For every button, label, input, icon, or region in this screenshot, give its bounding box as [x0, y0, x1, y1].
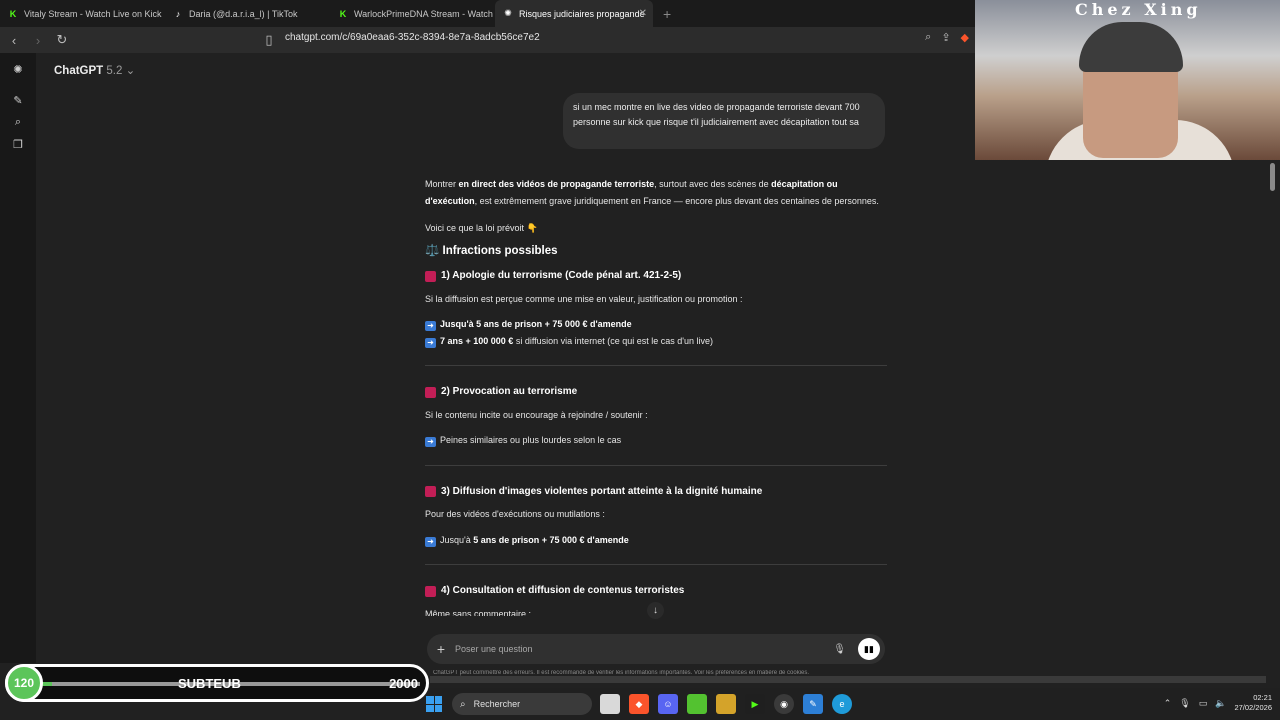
- tab-tiktok[interactable]: ♪ Daria (@d.a.r.i.a_l) | TikTok: [165, 0, 330, 27]
- tab-title: Risques judiciaires propagande: [519, 8, 645, 19]
- arrow-right-icon: ➜: [425, 536, 436, 547]
- divider: [425, 464, 887, 466]
- goal-title: SUBTEUB: [178, 676, 241, 691]
- webcam-sign: Chez Xing: [1075, 0, 1202, 19]
- brave-browser-icon[interactable]: ◆: [629, 694, 649, 714]
- address-bar: ‹ › ↻ ▯ chatgpt.com/c/69a0eaa6-352c-8394…: [0, 27, 975, 53]
- edge-icon[interactable]: e: [832, 694, 852, 714]
- section-heading: ⚖️ Infractions possibles: [425, 244, 558, 257]
- taskbar-search[interactable]: ⌕ Rechercher: [452, 693, 592, 715]
- model-version: 5.2: [106, 65, 123, 77]
- sub-goal-overlay: 120 SUBTEUB 2000: [5, 664, 429, 702]
- system-tray: ⌃ 🎙 ▭ 🔈 02:21 27/02/2026: [1164, 693, 1272, 713]
- search-icon[interactable]: ⌕: [0, 111, 36, 133]
- clock-time: 02:21: [1253, 693, 1272, 702]
- goal-current-count: 120: [5, 664, 43, 702]
- red-square-icon: [425, 270, 436, 282]
- law-intro: Voici ce que la loi prévoit 👇: [425, 223, 538, 233]
- arrow-right-icon: ➜: [425, 321, 436, 331]
- section-1-text: Si la diffusion est perçue comme une mis…: [425, 293, 743, 304]
- section-1-bullet-2: ➜ 7 ans + 100 000 € si diffusion via inte…: [425, 333, 887, 350]
- tool-app-icon[interactable]: ✎: [803, 694, 823, 714]
- model-name: ChatGPT: [54, 65, 104, 77]
- search-icon: ⌕: [460, 698, 466, 710]
- kick-icon: K: [339, 8, 347, 19]
- red-square-icon: [425, 486, 436, 498]
- divider: [425, 564, 887, 565]
- tiktok-icon: ♪: [175, 8, 181, 19]
- volume-icon[interactable]: 🔈: [1215, 698, 1226, 709]
- arrow-right-icon: ➜: [425, 337, 436, 348]
- close-icon[interactable]: ✕: [639, 8, 647, 19]
- file-explorer-icon[interactable]: [600, 694, 620, 714]
- zoom-icon[interactable]: ⌕: [925, 31, 931, 44]
- section-3-title: 3) Diffusion d'images violentes portant …: [425, 484, 887, 501]
- person-cap: [1079, 22, 1183, 72]
- back-icon[interactable]: ‹: [4, 30, 24, 50]
- url-field[interactable]: chatgpt.com/c/69a0eaa6-352c-8394-8e7a-8a…: [285, 32, 540, 43]
- stack-app-icon[interactable]: [716, 694, 736, 714]
- chatgpt-logo-icon[interactable]: ✺: [0, 58, 36, 80]
- tab-chatgpt[interactable]: ✺ Risques judiciaires propagande ✕: [495, 0, 653, 27]
- user-message: si un mec montre en live des video de pr…: [563, 93, 885, 149]
- share-icon[interactable]: ⇪: [941, 31, 950, 44]
- section-4-title: 4) Consultation et diffusion de contenus…: [425, 583, 887, 600]
- section-1-bullet-1: ➜ Jusqu'à 5 ans de prison + 75 000 € d'am…: [425, 316, 887, 333]
- chatgpt-icon: ✺: [504, 8, 512, 18]
- kick-app-icon[interactable]: ▶: [745, 694, 765, 714]
- section-2-text: Si le contenu incite ou encourage à rejo…: [425, 409, 648, 420]
- new-tab-button[interactable]: +: [653, 0, 681, 27]
- forward-icon[interactable]: ›: [28, 30, 48, 50]
- section-3-text: Pour des vidéos d'exécutions ou mutilati…: [425, 509, 605, 519]
- library-icon[interactable]: ❐: [0, 133, 36, 155]
- clock[interactable]: 02:21 27/02/2026: [1234, 693, 1272, 713]
- model-selector[interactable]: ChatGPT 5.2 ⌄: [54, 63, 135, 77]
- kick-icon: K: [9, 8, 17, 19]
- tab-title: Daria (@d.a.r.i.a_l) | TikTok: [189, 8, 298, 19]
- assistant-response: Montrer en direct des vidéos de propagan…: [425, 176, 887, 616]
- plus-icon[interactable]: +: [427, 641, 455, 657]
- response-intro: Montrer en direct des vidéos de propagan…: [425, 179, 879, 206]
- reload-icon[interactable]: ↻: [52, 30, 72, 50]
- section-3-bullet-1: ➜ Jusqu'à 5 ans de prison + 75 000 € d'am…: [425, 532, 887, 549]
- network-icon[interactable]: ▭: [1199, 698, 1208, 709]
- scroll-down-button[interactable]: ↓: [647, 602, 664, 619]
- section-2-bullet-1: ➜ Peines similaires ou plus lourdes selon…: [425, 432, 887, 449]
- tab-title: WarlockPrimeDNA Stream - Watch L: [354, 8, 495, 19]
- windows-start-icon[interactable]: [426, 696, 442, 712]
- composer: + Poser une question 🎙 ▮▮: [427, 634, 885, 664]
- tab-kick-vitaly[interactable]: K Vitaly Stream - Watch Live on Kick: [0, 0, 165, 27]
- discord-icon[interactable]: ☺: [658, 694, 678, 714]
- horizontal-scrollbar[interactable]: [430, 676, 1266, 683]
- obs-icon[interactable]: ◉: [774, 694, 794, 714]
- arrow-right-icon: ➜: [425, 437, 436, 447]
- goal-target: 2000: [389, 676, 418, 691]
- microphone-icon[interactable]: 🎙: [833, 644, 846, 655]
- chevron-up-icon[interactable]: ⌃: [1164, 698, 1172, 709]
- spreadsheet-icon[interactable]: [687, 694, 707, 714]
- tab-kick-warlock[interactable]: K WarlockPrimeDNA Stream - Watch L: [330, 0, 495, 27]
- section-2-title: 2) Provocation au terrorisme: [425, 384, 887, 401]
- red-square-icon: [425, 386, 436, 398]
- webcam-overlay: Chez Xing: [975, 0, 1280, 160]
- microphone-icon[interactable]: 🎙: [1179, 698, 1190, 709]
- sidebar: ✺ ✎ ⌕ ❐: [0, 53, 36, 663]
- taskbar: ⌕ Rechercher ◆ ☺ ▶ ◉ ✎ e ⌃ 🎙 ▭ 🔈 02:21 27…: [426, 688, 1280, 720]
- page-scrollbar-track: [1266, 160, 1280, 675]
- brave-shield-icon[interactable]: ◆: [961, 31, 969, 44]
- bookmark-icon[interactable]: ▯: [259, 30, 279, 50]
- divider: [425, 365, 887, 366]
- new-chat-icon[interactable]: ✎: [0, 89, 36, 111]
- prompt-input[interactable]: Poser une question: [455, 644, 833, 654]
- section-1-title: 1) Apologie du terrorisme (Code pénal ar…: [425, 268, 887, 285]
- chevron-down-icon: ⌄: [125, 65, 136, 77]
- voice-mode-button[interactable]: ▮▮: [858, 638, 880, 660]
- tab-title: Vitaly Stream - Watch Live on Kick: [24, 8, 162, 19]
- clock-date: 27/02/2026: [1234, 703, 1272, 712]
- page-scrollbar-thumb[interactable]: [1270, 163, 1275, 191]
- red-square-icon: [425, 585, 436, 597]
- tab-bar: K Vitaly Stream - Watch Live on Kick ♪ D…: [0, 0, 975, 27]
